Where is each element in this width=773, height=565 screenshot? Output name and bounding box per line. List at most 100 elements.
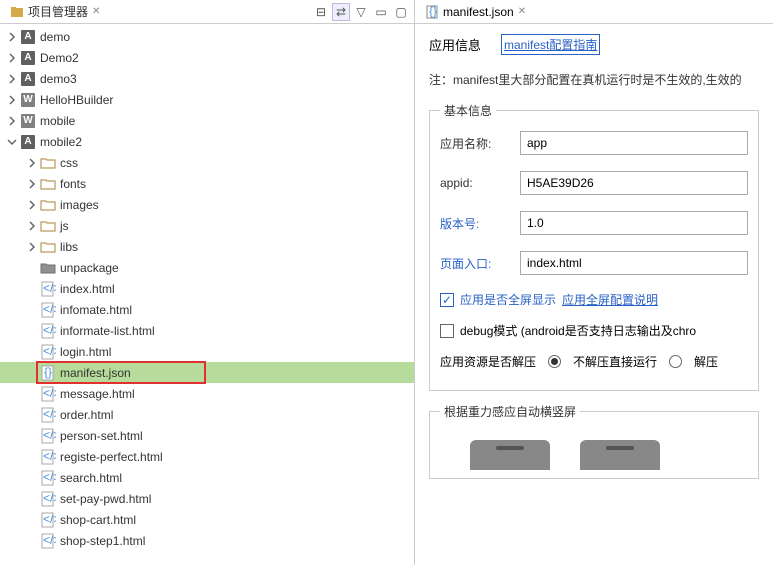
orientation-fieldset: 根据重力感应自动横竖屏 (429, 403, 759, 479)
chevron-right-icon[interactable] (26, 220, 38, 232)
appname-label: 应用名称: (440, 135, 520, 152)
close-icon[interactable]: ✕ (92, 6, 100, 17)
expand-spacer (26, 367, 38, 379)
editor-tab[interactable]: {} manifest.json ✕ (419, 3, 532, 21)
tree-item-label: Demo2 (40, 51, 79, 65)
minimize-icon[interactable]: ▭ (372, 3, 390, 21)
tree-item[interactable]: </>set-pay-pwd.html (0, 488, 414, 509)
tree-item[interactable]: Ademo (0, 26, 414, 47)
tree-item-label: js (60, 219, 69, 233)
form-row-version: 版本号: (440, 211, 748, 235)
tree-item[interactable]: css (0, 152, 414, 173)
folder-dark-icon (40, 260, 56, 276)
panel-tab[interactable]: 项目管理器 ✕ (4, 1, 106, 22)
chevron-right-icon[interactable] (6, 52, 18, 64)
tree-item[interactable]: images (0, 194, 414, 215)
tree-item[interactable]: js (0, 215, 414, 236)
radio-option1-label: 不解压直接运行 (573, 353, 657, 370)
expand-spacer (26, 283, 38, 295)
svg-text:</>: </> (43, 428, 56, 442)
tree-item[interactable]: {} manifest.json (0, 362, 414, 383)
editor-content: 应用信息 manifest配置指南 注：manifest里大部分配置在真机运行时… (415, 24, 773, 565)
tree-item[interactable]: </>login.html (0, 341, 414, 362)
radio-option2-label: 解压 (694, 353, 718, 370)
expand-spacer (26, 304, 38, 316)
folder-icon (40, 197, 56, 213)
html-icon: </> (40, 386, 56, 402)
tree-item-label: css (60, 156, 78, 170)
html-icon: </> (40, 533, 56, 549)
tree-item[interactable]: Ademo3 (0, 68, 414, 89)
tree-item[interactable]: </>index.html (0, 278, 414, 299)
tree-item[interactable]: </>registe-perfect.html (0, 446, 414, 467)
fullscreen-config-link[interactable]: 应用全屏配置说明 (562, 291, 658, 308)
tree-item[interactable]: </>informate-list.html (0, 320, 414, 341)
svg-text:{}: {} (44, 365, 52, 379)
chevron-right-icon[interactable] (6, 73, 18, 85)
json-file-icon: {} (425, 5, 439, 19)
tree-item[interactable]: ADemo2 (0, 47, 414, 68)
chevron-down-icon[interactable] (6, 136, 18, 148)
expand-spacer (26, 346, 38, 358)
link-editor-icon[interactable]: ⇄ (332, 3, 350, 21)
tree-item[interactable]: </>message.html (0, 383, 414, 404)
radio-no-extract[interactable] (548, 355, 561, 368)
tree-item-label: index.html (60, 282, 115, 296)
expand-spacer (26, 451, 38, 463)
svg-text:</>: </> (43, 533, 56, 547)
manifest-guide-link[interactable]: manifest配置指南 (501, 34, 600, 55)
chevron-right-icon[interactable] (6, 94, 18, 106)
a-icon: A (20, 29, 36, 45)
entry-input[interactable] (520, 251, 748, 275)
chevron-right-icon[interactable] (26, 178, 38, 190)
project-tree[interactable]: AdemoADemo2Ademo3WHelloHBuilderWmobileAm… (0, 24, 414, 565)
view-menu-icon[interactable]: ▽ (352, 3, 370, 21)
app-info-header: 应用信息 manifest配置指南 (429, 34, 759, 55)
tree-item[interactable]: </>shop-step1.html (0, 530, 414, 551)
chevron-right-icon[interactable] (6, 115, 18, 127)
tree-item[interactable]: unpackage (0, 257, 414, 278)
tree-item-label: libs (60, 240, 78, 254)
tree-item-label: fonts (60, 177, 86, 191)
version-input[interactable] (520, 211, 748, 235)
tree-item[interactable]: fonts (0, 173, 414, 194)
a-icon: A (20, 71, 36, 87)
chevron-right-icon[interactable] (26, 241, 38, 253)
tree-item[interactable]: </>shop-cart.html (0, 509, 414, 530)
tree-item[interactable]: libs (0, 236, 414, 257)
chevron-right-icon[interactable] (26, 157, 38, 169)
tree-item[interactable]: </>order.html (0, 404, 414, 425)
tree-item[interactable]: </> person-set.html (0, 425, 414, 446)
folder-icon (40, 155, 56, 171)
close-icon[interactable]: ✕ (518, 6, 526, 17)
folder-icon (40, 218, 56, 234)
chevron-right-icon[interactable] (6, 31, 18, 43)
chevron-right-icon[interactable] (26, 199, 38, 211)
tree-item[interactable]: Wmobile (0, 110, 414, 131)
svg-text:{}: {} (429, 5, 437, 18)
appid-label: appid: (440, 176, 520, 190)
fullscreen-checkbox[interactable]: ✓ (440, 293, 454, 307)
tree-item-label: shop-cart.html (60, 513, 136, 527)
tree-item-label: mobile (40, 114, 75, 128)
tree-item[interactable]: Amobile2 (0, 131, 414, 152)
tree-item[interactable]: WHelloHBuilder (0, 89, 414, 110)
debug-check-label: debug模式 (android是否支持日志输出及chro (460, 322, 696, 339)
maximize-icon[interactable]: ▢ (392, 3, 410, 21)
expand-spacer (26, 493, 38, 505)
tree-item-label: demo3 (40, 72, 77, 86)
html-icon: </> (40, 323, 56, 339)
tree-item-label: manifest.json (60, 366, 131, 380)
panel-title: 项目管理器 (28, 3, 88, 20)
device-portrait-icon[interactable] (470, 440, 550, 470)
collapse-all-icon[interactable]: ⊟ (312, 3, 330, 21)
tree-item-label: order.html (60, 408, 113, 422)
appname-input[interactable] (520, 131, 748, 155)
tree-item[interactable]: </>infomate.html (0, 299, 414, 320)
device-landscape-icon[interactable] (580, 440, 660, 470)
appid-input[interactable] (520, 171, 748, 195)
debug-checkbox[interactable] (440, 324, 454, 338)
tree-item[interactable]: </>search.html (0, 467, 414, 488)
tree-item-label: person-set.html (60, 429, 143, 443)
radio-extract[interactable] (669, 355, 682, 368)
